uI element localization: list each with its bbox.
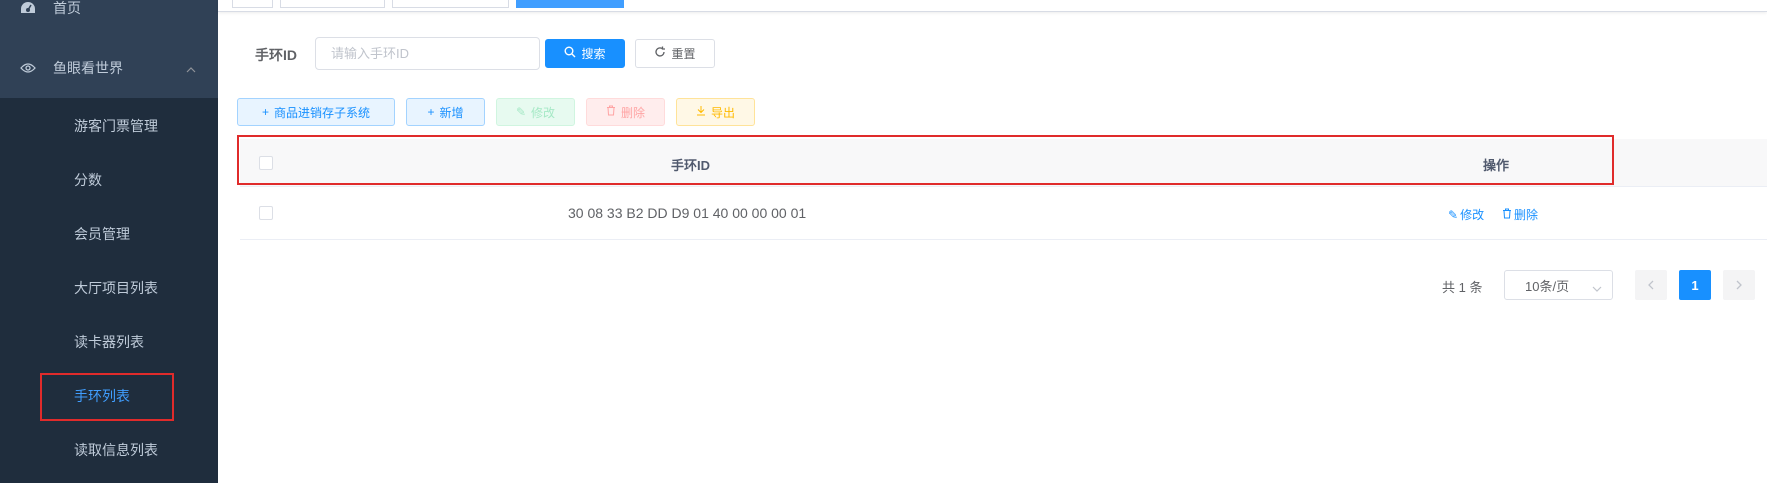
page-number-button[interactable]: 1 <box>1679 270 1711 300</box>
row-edit-label: 修改 <box>1460 208 1485 222</box>
sidebar-item-hall-projects[interactable]: 大厅项目列表 <box>0 263 218 313</box>
search-input[interactable] <box>315 37 540 70</box>
sidebar-item-member-management[interactable]: 会员管理 <box>0 209 218 259</box>
download-icon <box>696 105 706 119</box>
edit-button-label: 修改 <box>531 105 556 120</box>
edit-icon: ✎ <box>1448 207 1459 222</box>
row-edit-link[interactable]: ✎ 修改 <box>1448 206 1484 223</box>
sidebar-item-home[interactable]: 首页 <box>0 0 218 36</box>
highlight-box-sidebar <box>40 373 174 421</box>
sidebar-item-ticket-management[interactable]: 游客门票管理 <box>0 101 218 151</box>
row-delete-link[interactable]: 删除 <box>1502 206 1538 223</box>
edit-button[interactable]: ✎ 修改 <box>496 98 575 126</box>
chevron-right-icon <box>1736 277 1742 293</box>
delete-button-label: 删除 <box>620 105 645 120</box>
add-button[interactable]: + 新增 <box>406 98 485 126</box>
delete-button[interactable]: 删除 <box>586 98 665 126</box>
wristband-id-cell: 30 08 33 B2 DD D9 01 40 00 00 00 01 <box>568 205 807 221</box>
row-delete-label: 删除 <box>1514 208 1539 222</box>
sidebar-item-label: 游客门票管理 <box>74 118 158 134</box>
tag-item[interactable] <box>392 0 509 8</box>
sidebar-group-fisheye[interactable]: 鱼眼看世界 <box>0 40 218 96</box>
product-subsystem-button[interactable]: + 商品进销存子系统 <box>237 98 395 126</box>
reset-button-label: 重置 <box>671 47 696 61</box>
export-button[interactable]: 导出 <box>676 98 755 126</box>
trash-icon <box>606 105 616 119</box>
page-size-value: 10条/页 <box>1525 278 1570 294</box>
prev-page-button[interactable] <box>1635 270 1667 300</box>
sidebar-item-read-info[interactable]: 读取信息列表 <box>0 425 218 475</box>
trash-icon <box>1502 208 1512 222</box>
eye-icon <box>20 60 36 76</box>
sidebar-item-scores[interactable]: 分数 <box>0 155 218 205</box>
plus-icon: + <box>261 105 269 119</box>
search-button-label: 搜索 <box>581 47 606 61</box>
refresh-icon <box>654 46 666 61</box>
table-row: 30 08 33 B2 DD D9 01 40 00 00 00 01 ✎ 修改… <box>240 188 1767 240</box>
sidebar-item-label: 分数 <box>74 172 102 188</box>
sidebar-item-label: 大厅项目列表 <box>74 280 158 296</box>
chevron-left-icon <box>1648 277 1654 293</box>
edit-icon: ✎ <box>515 105 527 119</box>
chevron-up-icon <box>186 60 196 76</box>
reset-button[interactable]: 重置 <box>635 39 715 68</box>
chevron-down-icon <box>1592 280 1602 295</box>
add-button-label: 新增 <box>439 105 464 120</box>
export-button-label: 导出 <box>710 105 735 120</box>
tag-item[interactable] <box>232 0 273 8</box>
row-checkbox[interactable] <box>259 206 273 220</box>
sidebar-group-label: 鱼眼看世界 <box>53 60 123 76</box>
search-icon <box>564 46 576 61</box>
product-subsystem-label: 商品进销存子系统 <box>274 105 371 120</box>
highlight-box-table-header <box>237 135 1614 185</box>
sidebar: 首页 鱼眼看世界 游客门票管理 分数 会员管理 大厅项目列表 读卡器列表 手环列… <box>0 0 218 483</box>
current-page-number: 1 <box>1691 277 1699 293</box>
page-size-select[interactable]: 10条/页 <box>1504 270 1613 300</box>
search-label: 手环ID <box>255 47 297 63</box>
sidebar-item-label: 会员管理 <box>74 226 130 242</box>
plus-icon: + <box>427 105 435 119</box>
search-button[interactable]: 搜索 <box>545 39 625 68</box>
tag-item-active[interactable] <box>516 0 624 8</box>
pagination-total: 共 1 条 <box>1442 280 1483 295</box>
dashboard-icon <box>20 0 36 16</box>
tag-item[interactable] <box>280 0 385 8</box>
sidebar-item-label: 读卡器列表 <box>74 334 144 350</box>
tags-bar <box>218 0 1767 12</box>
sidebar-item-label: 读取信息列表 <box>74 442 158 458</box>
next-page-button[interactable] <box>1723 270 1755 300</box>
sidebar-item-label: 首页 <box>53 0 81 16</box>
sidebar-item-card-readers[interactable]: 读卡器列表 <box>0 317 218 367</box>
